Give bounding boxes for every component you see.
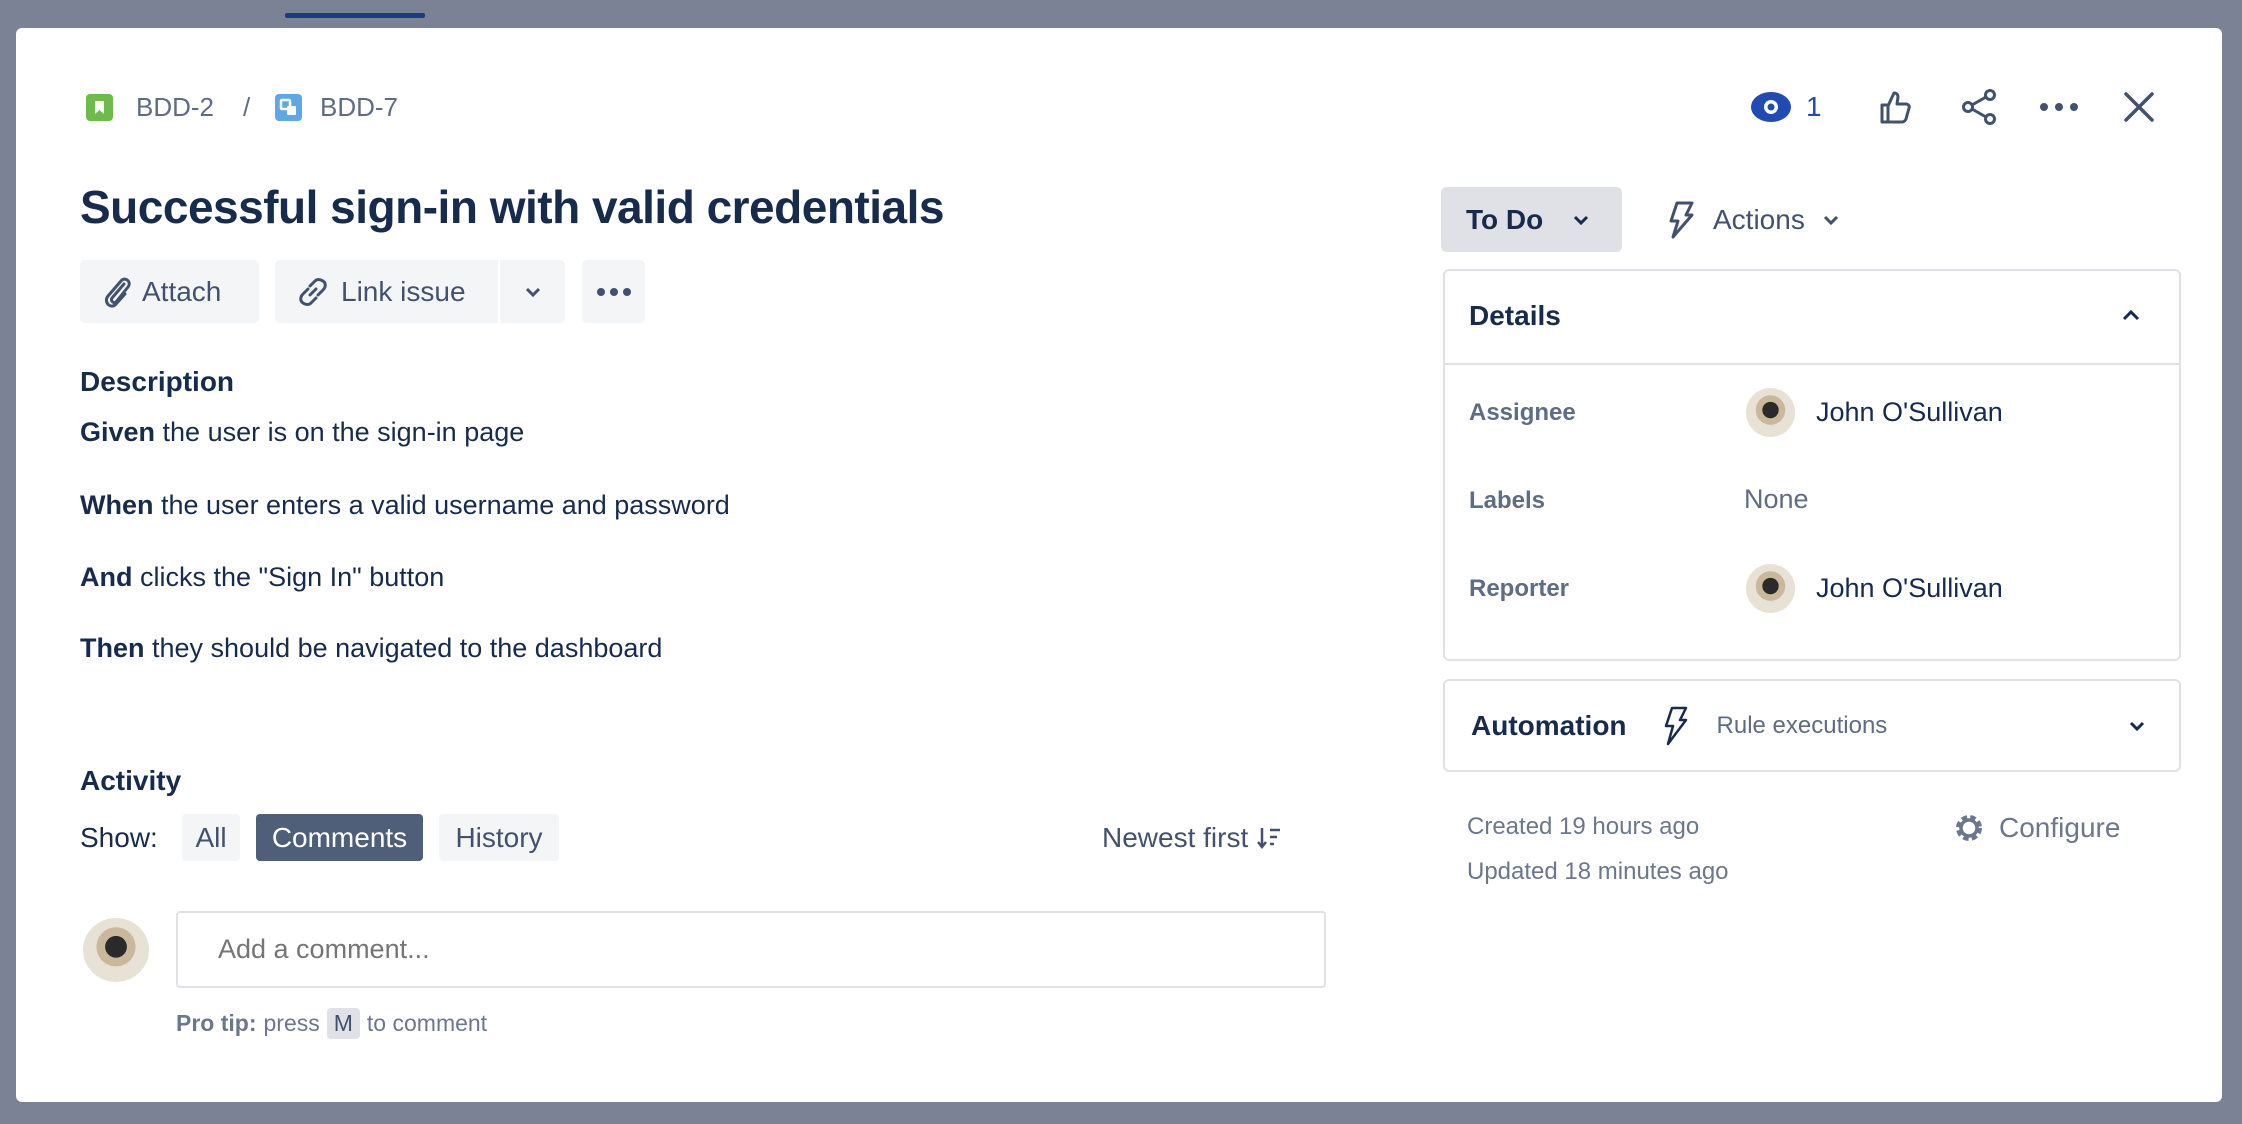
watch-count: 1 [1806,91,1822,122]
close-button[interactable] [2116,84,2162,130]
subtask-icon [275,94,302,121]
description-line[interactable]: Given the user is on the sign-in page [80,417,524,448]
gear-icon [1956,815,1982,841]
assignee-value[interactable]: John O'Sullivan [1816,397,2003,428]
created-timestamp: Created 19 hours ago [1467,813,1700,840]
text: clicks the "Sign In" button [132,562,445,592]
lightning-icon [1669,201,1694,238]
filter-all[interactable]: All [182,814,240,861]
pro-tip-pre: press [263,1010,320,1036]
reporter-value[interactable]: John O'Sullivan [1816,573,2003,604]
sort-icon [1257,828,1281,850]
more-icon [2040,103,2078,111]
reporter-label: Reporter [1469,575,1570,602]
assignee-avatar [1746,388,1795,437]
automation-panel[interactable]: Automation Rule executions [1443,679,2181,772]
lightning-icon [1664,706,1687,745]
like-button[interactable] [1873,84,1919,130]
keyword: Then [80,633,145,663]
description-line[interactable]: When the user enters a valid username an… [80,490,730,521]
labels-value[interactable]: None [1744,484,1809,515]
automation-heading: Automation [1471,709,1627,741]
pro-tip-post: to comment [366,1010,488,1036]
more-icon [596,287,631,296]
chevron-down-icon [1823,215,1838,225]
status-dropdown[interactable]: To Do [1441,187,1622,252]
details-heading[interactable]: Details [1469,300,1561,332]
sort-button[interactable]: Newest first [1102,822,1282,854]
thumbs-up-icon [1880,91,1911,124]
filter-comments[interactable]: Comments [256,814,423,861]
comment-input[interactable] [176,911,1326,988]
actions-dropdown[interactable]: Actions [1667,187,1839,252]
rule-executions: Rule executions [1716,711,1888,739]
more-actions-button[interactable] [2036,84,2082,130]
filter-history[interactable]: History [439,814,559,861]
share-button[interactable] [1956,84,2002,130]
assignee-label: Assignee [1469,399,1576,426]
share-icon [1962,89,1996,125]
chevron-down-icon [525,287,540,297]
keyword: And [80,562,133,592]
actions-label: Actions [1713,203,1805,235]
description-line[interactable]: And clicks the "Sign In" button [80,562,444,593]
activity-heading: Activity [80,765,182,796]
configure-button[interactable]: Configure [1951,810,2120,846]
keyword: When [80,490,154,520]
link-issue-dropdown[interactable] [500,260,565,323]
labels-label: Labels [1469,487,1546,514]
breadcrumb-current[interactable]: BDD-7 [320,92,398,123]
breadcrumb-parent[interactable]: BDD-2 [136,92,214,123]
attach-button[interactable]: Attach [80,260,259,323]
details-divider [1445,363,2179,365]
description-heading: Description [80,366,235,397]
paperclip-icon [104,277,131,308]
current-user-avatar [83,918,149,982]
show-label: Show: [80,822,158,853]
text: the user enters a valid username and pas… [153,490,730,520]
link-issue-button[interactable]: Link issue [275,260,498,323]
background-nav-indicator [285,13,425,18]
eye-icon [1751,92,1791,122]
chevron-down-icon [1574,215,1589,225]
more-toolbar-button[interactable] [582,260,645,323]
story-icon [86,94,113,121]
reporter-avatar [1746,564,1795,613]
link-issue-label: Link issue [341,275,466,307]
text: they should be navigated to the dashboar… [144,633,663,663]
configure-label: Configure [1999,812,2121,843]
pro-tip: Pro tip: press M to comment [176,1008,487,1039]
breadcrumb-separator: / [243,92,251,122]
updated-timestamp: Updated 18 minutes ago [1467,858,1729,885]
shortcut-key: M [326,1008,360,1039]
close-icon [2124,92,2154,122]
link-icon [299,277,327,306]
status-value: To Do [1466,203,1544,235]
chevron-down-icon [2129,721,2145,731]
description-line[interactable]: Then they should be navigated to the das… [80,633,662,664]
sort-label: Newest first [1102,822,1249,853]
attach-label: Attach [142,275,222,307]
watch-button[interactable]: 1 [1750,84,1822,130]
text: the user is on the sign-in page [155,417,525,447]
chevron-up-icon[interactable] [2122,309,2140,321]
keyword: Given [80,417,156,447]
issue-title[interactable]: Successful sign-in with valid credential… [80,180,944,234]
pro-tip-bold: Pro tip: [176,1010,257,1036]
